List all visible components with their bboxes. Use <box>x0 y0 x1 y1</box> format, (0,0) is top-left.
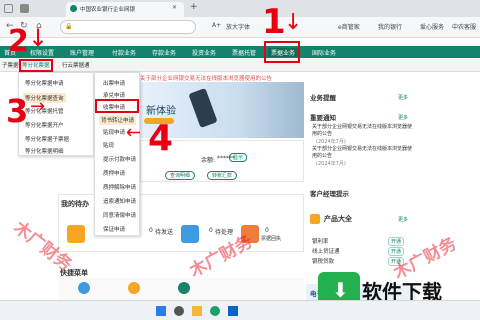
dropdown-item-payment[interactable]: 提示付款申请 <box>103 155 136 163</box>
annotation-box-endorse <box>95 99 139 113</box>
notice-more-link[interactable]: 更多 <box>398 114 408 121</box>
annotation-arrow-down-icon: ↓ <box>28 24 49 52</box>
dropdown-item-accept[interactable]: 承兑申请 <box>103 91 125 99</box>
dropdown-item-pledge[interactable]: 质押申请 <box>103 169 125 177</box>
lock-icon: 🔒 <box>65 23 73 30</box>
todo-count-send: 0 <box>149 227 153 234</box>
window-icon[interactable] <box>4 4 13 13</box>
notice-item-2[interactable]: 关于部分企业网银交易无法在线版本浏览器使用的公告 <box>312 146 412 160</box>
tab-title: 中国农业银行企业网银 <box>80 7 136 13</box>
pill-query-detail[interactable]: 查询明细 <box>165 171 196 180</box>
url-field[interactable]: 🔒 <box>60 20 196 34</box>
nav-item-deposits[interactable]: 存款业务 <box>152 48 176 57</box>
font-size-setting[interactable]: 放大字体 <box>226 22 250 31</box>
todo-count-receipt: 0 <box>265 227 269 234</box>
quick-menu-item-icon[interactable] <box>128 282 140 294</box>
product-item-1[interactable]: 银利率 <box>312 237 329 245</box>
quick-menu-item-icon[interactable] <box>78 282 90 294</box>
nav-item-investment[interactable]: 投资业务 <box>192 48 216 57</box>
dropdown-item-issue[interactable]: 出票申请 <box>103 79 125 87</box>
browser-tab-bar: 中国农业银行企业网银 ✕ + <box>0 0 480 17</box>
dropdown-item-split-open[interactable]: 等分化票据开户 <box>25 121 64 129</box>
os-taskbar <box>0 300 480 320</box>
browser-tab[interactable]: 中国农业银行企业网银 ✕ <box>66 2 184 17</box>
dropdown-item-discount[interactable]: 贴现 <box>103 141 114 149</box>
subnav-cloud-bill[interactable]: 行云票据通 <box>62 61 90 69</box>
banner-headline: 新体验 <box>146 106 176 117</box>
dropdown-item-guarantee[interactable]: 保证申请 <box>103 225 125 233</box>
todo-process-icon[interactable] <box>181 225 199 243</box>
annotation-number-3: 3 <box>6 92 29 130</box>
dropdown-item-pledge-release[interactable]: 质押解除申请 <box>103 183 136 191</box>
annotation-number-1: 1 <box>262 2 286 42</box>
main-nav: 首页 权限设置 账户管理 付款业务 存款业务 投资业务 票据托管 票据业务 国际… <box>0 46 480 58</box>
product-item-2[interactable]: 线上贷证通 <box>312 247 340 255</box>
todo-approve-icon[interactable] <box>67 225 85 243</box>
customer-manager-title: 客户经理提示 <box>310 190 349 198</box>
annotation-arrow-right-icon: → <box>30 96 46 117</box>
notice-item-1[interactable]: 关于部分企业网银交易无法在线版本浏览器使用的公告 <box>312 124 412 138</box>
reminder-more-link[interactable]: 更多 <box>398 94 408 101</box>
dropdown-item-split-apply[interactable]: 等分化票据申请 <box>25 79 64 87</box>
todo-label-send[interactable]: 待发送 <box>155 227 173 236</box>
app-icon[interactable] <box>228 306 238 316</box>
tab-actions-icon[interactable] <box>20 4 29 13</box>
products-more-link[interactable]: 更多 <box>398 216 408 223</box>
notice-marquee[interactable]: 关于部分企业网银交易无法在线版本浏览器使用的公告 <box>140 74 272 82</box>
nav-item-bill-custody[interactable]: 票据托管 <box>232 48 256 57</box>
edge-icon[interactable] <box>210 306 220 316</box>
notice-date-2: (2024年7月) <box>316 161 346 167</box>
bookmark-ebutler[interactable]: e商管家 <box>338 22 360 31</box>
business-reminder-title: 业务提醒 <box>310 94 336 102</box>
sub-nav: 子票据 等分化票据 行云票据通 <box>0 58 480 72</box>
todo-count-process: 0 <box>209 227 213 234</box>
download-arrow-icon: ⬇ <box>332 278 349 302</box>
bookmark-service[interactable]: 中农客服 <box>452 22 476 31</box>
annotation-box-bills <box>264 41 300 63</box>
notice-date-1: (2024年7月) <box>316 139 346 145</box>
balance-toggle[interactable]: 显示 <box>229 153 248 162</box>
balance-label: 余额: <box>201 157 216 164</box>
favicon-icon <box>70 5 77 12</box>
nav-item-payments[interactable]: 付款业务 <box>112 48 136 57</box>
start-icon[interactable] <box>156 306 166 316</box>
pill-transfer[interactable]: 转账汇款 <box>207 171 238 180</box>
annotation-number-2: 2 <box>8 24 29 59</box>
nav-item-accounts[interactable]: 账户管理 <box>70 48 94 57</box>
products-title: 产品大全 <box>324 215 352 223</box>
todo-label-receipt[interactable]: 票据回执 <box>261 235 281 242</box>
zoom-button[interactable]: A+ <box>212 22 221 29</box>
bill-actions-dropdown: 出票申请 承兑申请 收票申请 背书转让申请 贴现申请 贴现 提示付款申请 质押申… <box>94 72 140 236</box>
todo-title: 我的待办 <box>61 200 89 208</box>
search-icon[interactable] <box>174 306 184 316</box>
new-tab-icon[interactable]: + <box>190 2 198 12</box>
dropdown-item-split-detail[interactable]: 等分化票据明细 <box>25 147 64 155</box>
tab-close-icon[interactable]: ✕ <box>172 4 177 11</box>
address-bar: ← ↻ ⌂ 🔒 A+ 放大字体 e商管家 我的银行 爱心服务 中农客服 <box>0 17 480 38</box>
phone-illustration <box>188 88 218 128</box>
dropdown-item-settle[interactable]: 同意清偿申请 <box>103 211 136 219</box>
subnav-child-bill[interactable]: 子票据 <box>2 61 19 69</box>
annotation-arrow-down-icon: ↓ <box>284 10 303 35</box>
products-icon <box>310 214 320 224</box>
quick-menu-area <box>58 278 304 300</box>
quick-menu-item-icon[interactable] <box>178 282 190 294</box>
bookmark-mybank[interactable]: 我的银行 <box>378 22 402 31</box>
dropdown-item-recourse[interactable]: 追索通知申请 <box>103 197 136 205</box>
site-header <box>0 38 480 46</box>
annotation-number-4: 4 <box>148 118 174 159</box>
important-notice-title: 重要通知 <box>310 114 336 122</box>
explorer-icon[interactable] <box>192 306 202 316</box>
dropdown-item-split-child[interactable]: 等分化票据子票据 <box>25 135 69 143</box>
product-open-button-1[interactable]: 开通 <box>388 237 405 246</box>
nav-item-international[interactable]: 国际业务 <box>312 48 336 57</box>
product-item-3[interactable]: 银税贷款 <box>312 257 334 265</box>
annotation-box-split <box>19 59 53 72</box>
bookmark-care[interactable]: 爱心服务 <box>420 22 444 31</box>
